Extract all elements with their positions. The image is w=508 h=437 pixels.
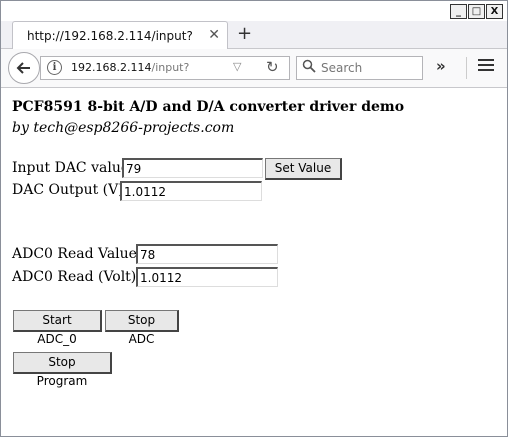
back-button[interactable] xyxy=(8,52,40,84)
back-arrow-icon xyxy=(16,62,30,74)
search-box[interactable]: Search xyxy=(296,56,423,80)
reload-icon[interactable]: ↻ xyxy=(266,58,279,76)
overflow-chevron-icon[interactable]: » xyxy=(436,57,446,75)
close-tab-icon[interactable]: ✕ xyxy=(208,27,220,43)
maximize-button[interactable]: □ xyxy=(468,4,485,19)
navigation-bar: i 192.168.2.114/input? ▽ ↻ Search » xyxy=(1,49,507,88)
url-text[interactable]: 192.168.2.114/input? xyxy=(71,61,189,74)
close-window-button[interactable]: X xyxy=(486,4,503,19)
browser-tab[interactable]: http://192.168.2.114/input? ✕ xyxy=(12,21,228,50)
tab-title: http://192.168.2.114/input? xyxy=(27,29,193,43)
adc0-value-field[interactable]: 78 xyxy=(136,244,278,264)
adc0-value-label: ADC0 Read Value: xyxy=(12,246,142,262)
info-icon[interactable]: i xyxy=(47,60,62,75)
page-byline: by tech@esp8266-projects.com xyxy=(12,120,235,136)
search-placeholder: Search xyxy=(321,61,363,75)
dac-input-label: Input DAC value xyxy=(12,160,130,176)
new-tab-icon[interactable]: + xyxy=(237,23,252,44)
divider xyxy=(466,57,467,79)
stop-program-button[interactable]: Stop Program xyxy=(13,352,112,388)
minimize-button[interactable]: _ xyxy=(450,4,467,19)
url-bar[interactable]: i 192.168.2.114/input? ▽ ↻ xyxy=(40,56,290,80)
set-value-button[interactable]: Set Value xyxy=(265,158,342,180)
dac-output-label: DAC Output (V) xyxy=(12,182,124,198)
search-icon xyxy=(302,59,316,73)
start-adc-button[interactable]: Start ADC_0 xyxy=(13,310,102,346)
stop-adc-button[interactable]: Stop ADC xyxy=(105,310,179,346)
dac-input-field[interactable]: 79 xyxy=(122,158,263,178)
url-dropdown-icon[interactable]: ▽ xyxy=(233,60,241,73)
window-controls: _ □ X xyxy=(450,4,503,19)
hamburger-menu-icon[interactable] xyxy=(478,59,494,74)
adc0-volt-field[interactable]: 1.0112 xyxy=(136,267,278,287)
page-content: PCF8591 8-bit A/D and D/A converter driv… xyxy=(1,88,507,436)
adc0-volt-label: ADC0 Read (Volt): xyxy=(12,269,141,285)
page-title: PCF8591 8-bit A/D and D/A converter driv… xyxy=(12,99,405,115)
title-bar: _ □ X xyxy=(1,1,507,21)
tab-strip: http://192.168.2.114/input? ✕ + xyxy=(1,21,507,50)
dac-output-field[interactable]: 1.0112 xyxy=(120,181,262,201)
browser-window: _ □ X http://192.168.2.114/input? ✕ + i … xyxy=(0,0,508,437)
